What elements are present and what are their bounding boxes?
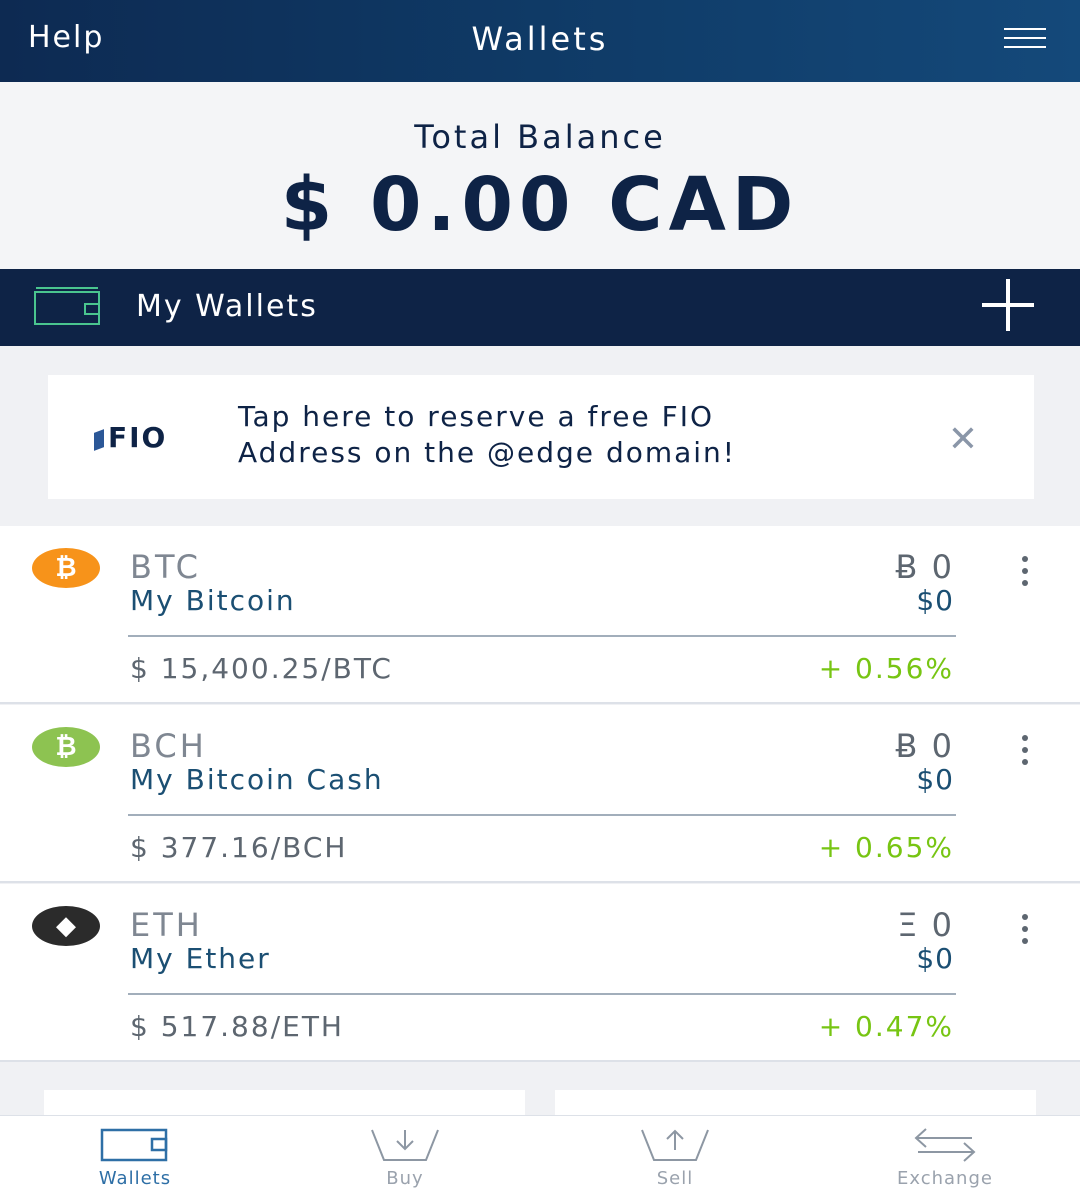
total-balance-panel[interactable]: Total Balance $ 0.00 CAD <box>0 82 1080 269</box>
wallet-fiat-balance: $0 <box>916 942 954 975</box>
tab-exchange[interactable]: Exchange <box>810 1116 1080 1200</box>
fio-banner-line2: Address on the @edge domain! <box>238 436 737 469</box>
wallet-name: My Bitcoin <box>130 584 296 617</box>
divider <box>128 635 956 637</box>
ethereum-icon: ◆ <box>32 906 100 946</box>
wallet-fiat-balance: $0 <box>916 584 954 617</box>
exchange-rate: $ 15,400.25/BTC <box>130 652 393 685</box>
more-options-icon[interactable] <box>1022 735 1030 771</box>
more-options-icon[interactable] <box>1022 556 1030 592</box>
fio-mark-icon <box>94 429 104 451</box>
exchange-icon <box>914 1128 976 1162</box>
price-change: + 0.56% <box>818 652 954 685</box>
app-header: Help Wallets <box>0 0 1080 82</box>
wallet-row-eth[interactable]: ◆ ETH My Ether Ξ 0 $0 $ 517.88/ETH + 0.4… <box>0 884 1080 1062</box>
tab-sell[interactable]: Sell <box>540 1116 810 1200</box>
price-change: + 0.65% <box>818 831 954 864</box>
tab-label: Wallets <box>98 1168 172 1189</box>
wallet-icon <box>34 287 100 325</box>
bitcoin-cash-icon: ₿ <box>32 727 100 767</box>
my-wallets-label: My Wallets <box>136 289 318 324</box>
add-wallet-button[interactable] <box>982 279 1034 331</box>
bitcoin-icon: ₿ <box>32 548 100 588</box>
my-wallets-header: My Wallets <box>0 269 1080 346</box>
bottom-tab-bar: Wallets Buy Sell Exchange <box>0 1115 1080 1200</box>
sell-icon <box>641 1129 709 1161</box>
wallet-crypto-balance: Ξ 0 <box>897 906 954 944</box>
wallet-row-bch[interactable]: ₿ BCH My Bitcoin Cash Ƀ 0 $0 $ 377.16/BC… <box>0 705 1080 883</box>
price-change: + 0.47% <box>818 1010 954 1043</box>
tab-wallets[interactable]: Wallets <box>0 1116 270 1200</box>
wallet-name: My Bitcoin Cash <box>130 763 384 796</box>
tab-buy[interactable]: Buy <box>270 1116 540 1200</box>
wallet-icon <box>100 1128 168 1162</box>
close-icon[interactable]: ✕ <box>948 419 978 460</box>
divider <box>128 814 956 816</box>
fio-banner[interactable]: FIO Tap here to reserve a free FIO Addre… <box>48 375 1034 499</box>
tab-label: Sell <box>656 1168 694 1189</box>
page-title: Wallets <box>471 20 609 58</box>
fio-banner-text: Tap here to reserve a free FIO Address o… <box>238 399 898 471</box>
total-balance-label: Total Balance <box>414 118 666 156</box>
wallet-name: My Ether <box>130 942 271 975</box>
wallet-ticker: BTC <box>130 548 201 586</box>
divider <box>128 993 956 995</box>
wallet-fiat-balance: $0 <box>916 763 954 796</box>
more-options-icon[interactable] <box>1022 914 1030 950</box>
total-balance-amount: $ 0.00 CAD <box>280 162 800 248</box>
exchange-rate: $ 377.16/BCH <box>130 831 348 864</box>
tab-label: Exchange <box>897 1168 993 1189</box>
wallet-ticker: ETH <box>130 906 203 944</box>
wallet-ticker: BCH <box>130 727 207 765</box>
wallet-row-btc[interactable]: ₿ BTC My Bitcoin Ƀ 0 $0 $ 15,400.25/BTC … <box>0 526 1080 704</box>
hamburger-menu-icon[interactable] <box>1004 28 1046 52</box>
exchange-rate: $ 517.88/ETH <box>130 1010 344 1043</box>
wallet-crypto-balance: Ƀ 0 <box>895 727 954 765</box>
tab-label: Buy <box>386 1168 424 1189</box>
fio-logo: FIO <box>94 421 167 454</box>
wallet-crypto-balance: Ƀ 0 <box>895 548 954 586</box>
buy-icon <box>371 1129 439 1161</box>
fio-banner-line1: Tap here to reserve a free FIO <box>238 400 715 433</box>
